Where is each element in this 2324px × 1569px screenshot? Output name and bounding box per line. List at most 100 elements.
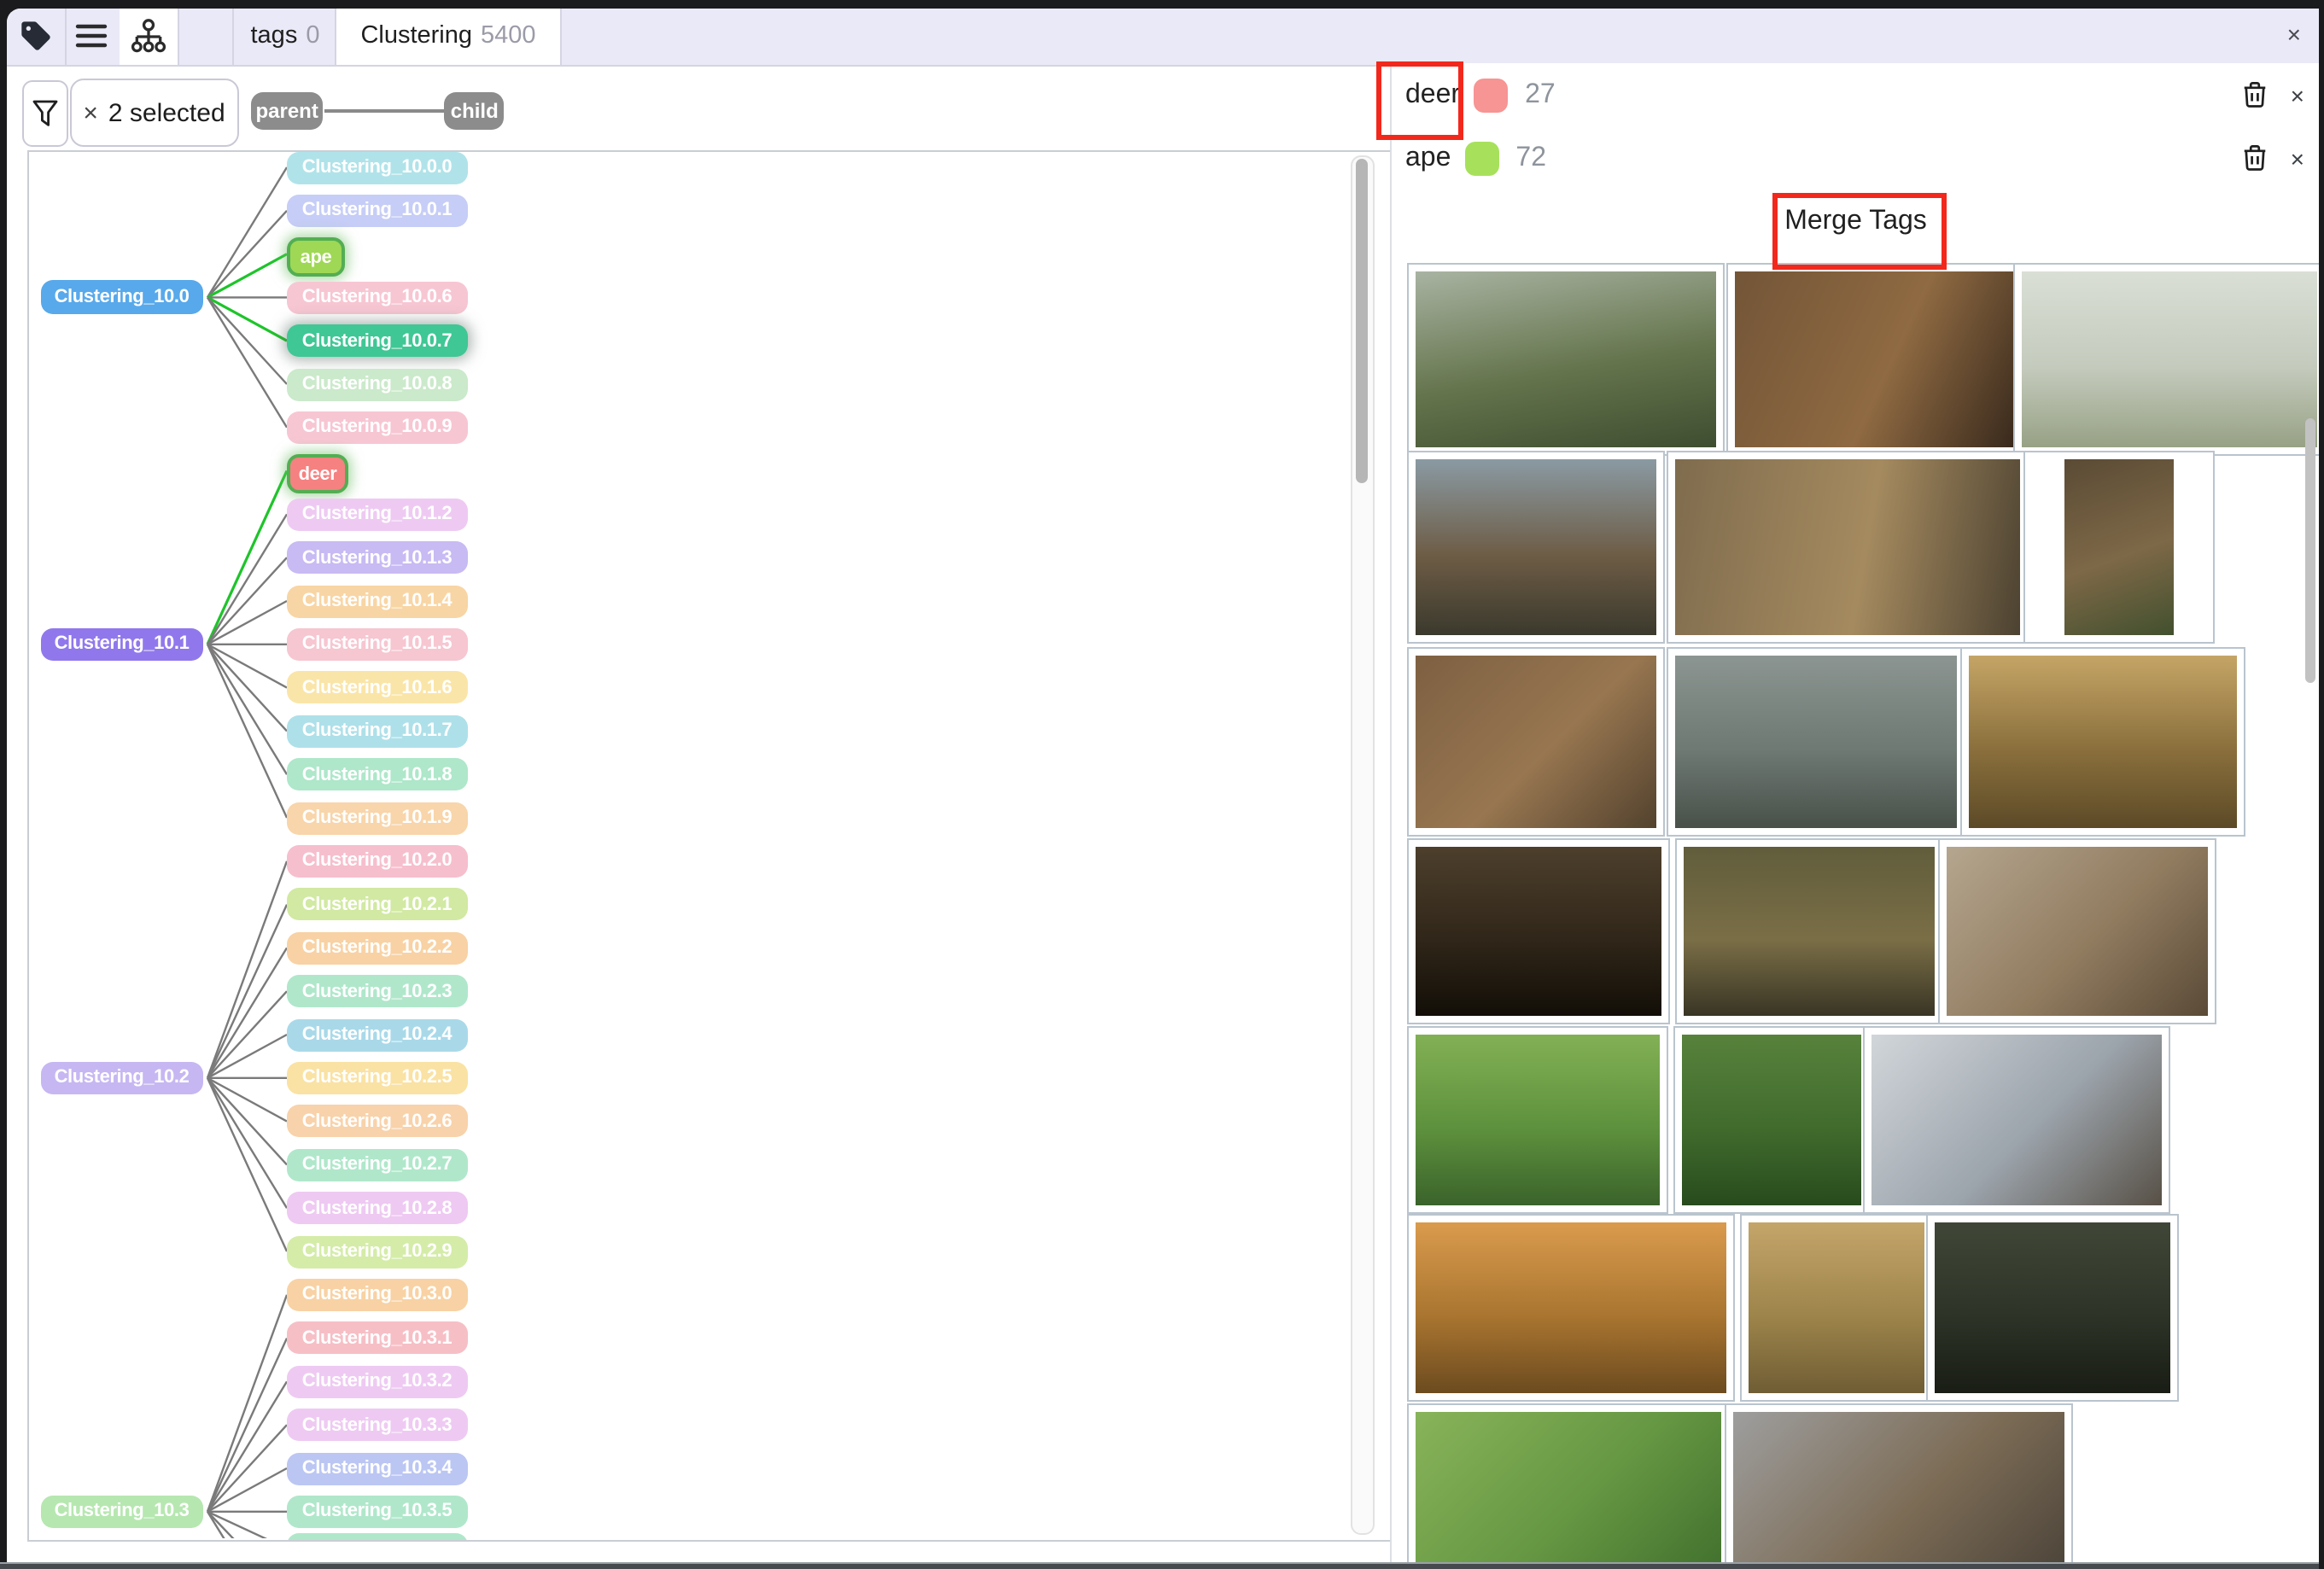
tree-node-Clustering_10.2.1[interactable]: Clustering_10.2.1 <box>287 889 467 921</box>
deer-image-9[interactable] <box>1960 647 2245 837</box>
photo-placeholder <box>2065 459 2173 635</box>
window-bottom-edge <box>0 1561 2324 1569</box>
tree-node-Clustering_10.2.6[interactable]: Clustering_10.2.6 <box>287 1105 467 1138</box>
deer-image-1[interactable] <box>1407 263 1725 456</box>
tree-node-Clustering_10.1.2[interactable]: Clustering_10.1.2 <box>287 498 467 530</box>
photo-placeholder <box>1682 1035 1861 1205</box>
tree-node-Clustering_10.1.9[interactable]: Clustering_10.1.9 <box>287 802 467 834</box>
photo-placeholder <box>1969 656 2237 828</box>
clear-selection-button[interactable]: × 2 selected <box>70 79 238 147</box>
tree-node-Clustering_10.0.0[interactable]: Clustering_10.0.0 <box>287 151 467 184</box>
deer-image-18[interactable] <box>1926 1214 2179 1402</box>
tree-node-Clustering_10.3.6[interactable]: Clustering_10.3.6 <box>287 1532 467 1541</box>
deer-image-17[interactable] <box>1740 1214 1933 1402</box>
photo-placeholder <box>1416 847 1661 1016</box>
photo-placeholder <box>1416 1222 1726 1393</box>
trash-icon[interactable] <box>2243 81 2269 110</box>
deer-image-7[interactable] <box>1407 647 1665 837</box>
tag-row-deer[interactable]: deer 27 × <box>1390 64 2320 130</box>
tree-scrollbar[interactable] <box>1351 155 1375 1535</box>
tree-node-ape[interactable]: ape <box>287 238 345 277</box>
tree-node-Clustering_10.1.5[interactable]: Clustering_10.1.5 <box>287 628 467 661</box>
deer-image-16[interactable] <box>1407 1214 1735 1402</box>
hierarchy-icon <box>130 19 167 55</box>
deer-image-6[interactable] <box>2023 451 2215 644</box>
tree-node-Clustering_10.3.3[interactable]: Clustering_10.3.3 <box>287 1409 467 1441</box>
legend-parent-badge: parent <box>250 91 324 130</box>
tree-node-Clustering_10.3.5[interactable]: Clustering_10.3.5 <box>287 1496 467 1528</box>
tag-color-chip[interactable] <box>1464 142 1498 176</box>
deer-image-2[interactable] <box>1726 263 2023 456</box>
tab-tags[interactable]: tags 0 <box>232 9 336 64</box>
photo-placeholder <box>1416 1035 1660 1205</box>
deer-image-15[interactable] <box>1863 1026 2170 1214</box>
tree-node-deer[interactable]: deer <box>287 455 348 494</box>
window-right-edge <box>2318 0 2324 1569</box>
gallery-scrollbar-thumb[interactable] <box>2304 418 2315 683</box>
deer-image-20[interactable] <box>1725 1403 2073 1562</box>
photo-placeholder <box>1416 656 1656 828</box>
deer-image-4[interactable] <box>1407 451 1665 644</box>
tab-clustering[interactable]: Clustering 5400 <box>335 9 562 64</box>
tab-clustering-label: Clustering <box>360 23 472 50</box>
deer-image-8[interactable] <box>1667 647 1965 837</box>
tree-node-Clustering_10.1.6[interactable]: Clustering_10.1.6 <box>287 672 467 704</box>
tab-tags-label: tags <box>251 23 298 50</box>
clear-selection-x: × <box>83 98 98 127</box>
tree-node-Clustering_10.2.8[interactable]: Clustering_10.2.8 <box>287 1192 467 1224</box>
toolbar: tags 0 Clustering 5400 × <box>7 9 2318 66</box>
tree-node-Clustering_10.2.3[interactable]: Clustering_10.2.3 <box>287 975 467 1007</box>
tree-node-Clustering_10.3.0[interactable]: Clustering_10.3.0 <box>287 1279 467 1311</box>
filter-button[interactable] <box>22 79 67 146</box>
tree-node-Clustering_10.2.0[interactable]: Clustering_10.2.0 <box>287 845 467 878</box>
tree-node-Clustering_10.2.4[interactable]: Clustering_10.2.4 <box>287 1018 467 1051</box>
tree-node-Clustering_10.0.9[interactable]: Clustering_10.0.9 <box>287 411 467 444</box>
deer-image-5[interactable] <box>1667 451 2029 644</box>
photo-placeholder <box>1935 1222 2170 1393</box>
close-icon[interactable]: × <box>2287 20 2301 48</box>
merge-tags-button[interactable]: Merge Tags <box>1390 190 2320 254</box>
photo-placeholder <box>1416 1412 1721 1562</box>
tree-node-Clustering_10.3.2[interactable]: Clustering_10.3.2 <box>287 1365 467 1397</box>
tag-color-chip[interactable] <box>1474 79 1508 113</box>
tree-node-Clustering_10.0.7[interactable]: Clustering_10.0.7 <box>287 324 467 357</box>
tag-count: 72 <box>1515 143 1546 174</box>
tree-node-Clustering_10.2.2[interactable]: Clustering_10.2.2 <box>287 931 467 964</box>
tag-row-ape[interactable]: ape 72 × <box>1390 127 2320 191</box>
deer-image-19[interactable] <box>1407 1403 1730 1562</box>
photo-placeholder <box>1675 656 1957 828</box>
tree-node-Clustering_10.2.5[interactable]: Clustering_10.2.5 <box>287 1062 467 1094</box>
photo-placeholder <box>1675 459 2020 635</box>
photo-placeholder <box>1733 1412 2064 1562</box>
deer-image-10[interactable] <box>1407 838 1670 1024</box>
tree-node-Clustering_10.2.9[interactable]: Clustering_10.2.9 <box>287 1235 467 1268</box>
tree-node-Clustering_10.0.6[interactable]: Clustering_10.0.6 <box>287 281 467 313</box>
tree-node-Clustering_10.2.7[interactable]: Clustering_10.2.7 <box>287 1148 467 1181</box>
tree-node-Clustering_10.0.8[interactable]: Clustering_10.0.8 <box>287 368 467 400</box>
tags-view-button[interactable] <box>7 9 66 64</box>
remove-tag-icon[interactable]: × <box>2291 82 2304 109</box>
tab-tags-count: 0 <box>306 23 319 50</box>
deer-image-13[interactable] <box>1407 1026 1668 1214</box>
photo-placeholder <box>1947 847 2208 1016</box>
tree-node-Clustering_10.3.4[interactable]: Clustering_10.3.4 <box>287 1452 467 1484</box>
tree-node-Clustering_10.3.1[interactable]: Clustering_10.3.1 <box>287 1322 467 1355</box>
tree-node-Clustering_10.3[interactable]: Clustering_10.3 <box>41 1495 202 1528</box>
deer-image-3[interactable] <box>2013 263 2320 456</box>
tree-node-Clustering_10.1.4[interactable]: Clustering_10.1.4 <box>287 585 467 617</box>
tree-node-Clustering_10.1[interactable]: Clustering_10.1 <box>41 627 202 661</box>
deer-image-11[interactable] <box>1675 838 1943 1024</box>
tree-node-Clustering_10.1.7[interactable]: Clustering_10.1.7 <box>287 715 467 747</box>
hierarchy-view-button[interactable] <box>120 9 178 64</box>
tree-node-Clustering_10.1.8[interactable]: Clustering_10.1.8 <box>287 758 467 790</box>
remove-tag-icon[interactable]: × <box>2291 145 2304 172</box>
menu-button[interactable] <box>64 9 121 64</box>
tree-node-Clustering_10.1.3[interactable]: Clustering_10.1.3 <box>287 541 467 574</box>
tree-node-Clustering_10.0[interactable]: Clustering_10.0 <box>41 281 202 314</box>
tree-scrollbar-thumb[interactable] <box>1356 159 1368 483</box>
deer-image-12[interactable] <box>1938 838 2216 1024</box>
tree-node-Clustering_10.2[interactable]: Clustering_10.2 <box>41 1061 202 1094</box>
deer-image-14[interactable] <box>1673 1026 1870 1214</box>
trash-icon[interactable] <box>2243 144 2269 173</box>
tree-node-Clustering_10.0.1[interactable]: Clustering_10.0.1 <box>287 195 467 227</box>
